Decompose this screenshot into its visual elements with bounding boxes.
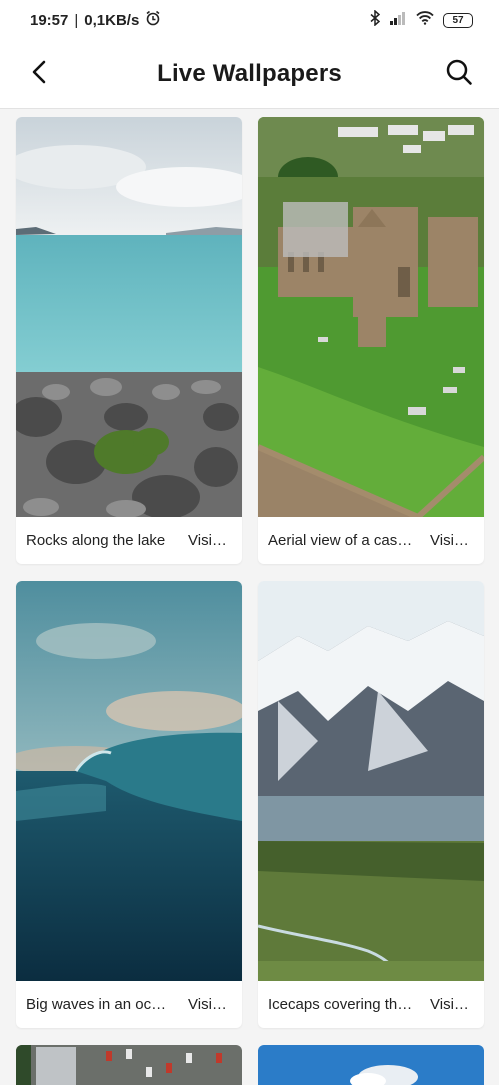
back-arrow-icon: [30, 60, 50, 89]
network-speed: 0,1KB/s: [84, 11, 140, 29]
search-button[interactable]: [441, 56, 477, 92]
battery-icon: 57: [443, 12, 473, 28]
wallpaper-title: Big waves in an oce…: [26, 996, 174, 1013]
wallpaper-source: Visi…: [430, 532, 469, 549]
search-icon: [445, 58, 473, 91]
bluetooth-icon: [370, 9, 381, 30]
wifi-icon: [416, 11, 434, 29]
status-left: 19:57 | 0,1KB/s: [30, 10, 161, 30]
wallpaper-card[interactable]: Aerial view of a cast… Visi…: [258, 117, 484, 564]
wallpaper-thumbnail[interactable]: [16, 581, 242, 981]
wallpaper-card[interactable]: Icecaps covering th… Visi…: [258, 581, 484, 1028]
status-right: 57: [370, 9, 473, 30]
wallpaper-card-partial[interactable]: [258, 1045, 484, 1085]
wallpaper-source: Visi…: [188, 996, 227, 1013]
wallpaper-title: Rocks along the lake: [26, 532, 166, 549]
back-button[interactable]: [22, 58, 58, 90]
wallpaper-card-partial[interactable]: [16, 1045, 242, 1085]
status-separator: |: [74, 11, 79, 29]
signal-icon: [389, 11, 407, 29]
page-title: Live Wallpapers: [157, 60, 342, 87]
status-time: 19:57: [30, 11, 69, 29]
status-bar: 19:57 | 0,1KB/s 57: [0, 0, 499, 40]
wallpaper-thumbnail[interactable]: [258, 581, 484, 981]
wallpaper-card[interactable]: Big waves in an oce… Visi…: [16, 581, 242, 1028]
app-header: Live Wallpapers: [0, 40, 499, 109]
alarm-icon: [145, 10, 161, 30]
card-caption: Icecaps covering th… Visi…: [258, 981, 484, 1028]
wallpaper-source: Visio…: [188, 532, 232, 549]
wallpaper-source: Visi…: [430, 996, 469, 1013]
wallpaper-thumbnail[interactable]: [258, 117, 484, 517]
card-caption: Aerial view of a cast… Visi…: [258, 517, 484, 564]
wallpaper-title: Aerial view of a cast…: [268, 532, 416, 549]
wallpaper-title: Icecaps covering th…: [268, 996, 413, 1013]
card-caption: Big waves in an oce… Visi…: [16, 981, 242, 1028]
card-caption: Rocks along the lake Visio…: [16, 517, 242, 564]
wallpaper-card[interactable]: Rocks along the lake Visio…: [16, 117, 242, 564]
wallpaper-thumbnail[interactable]: [16, 117, 242, 517]
